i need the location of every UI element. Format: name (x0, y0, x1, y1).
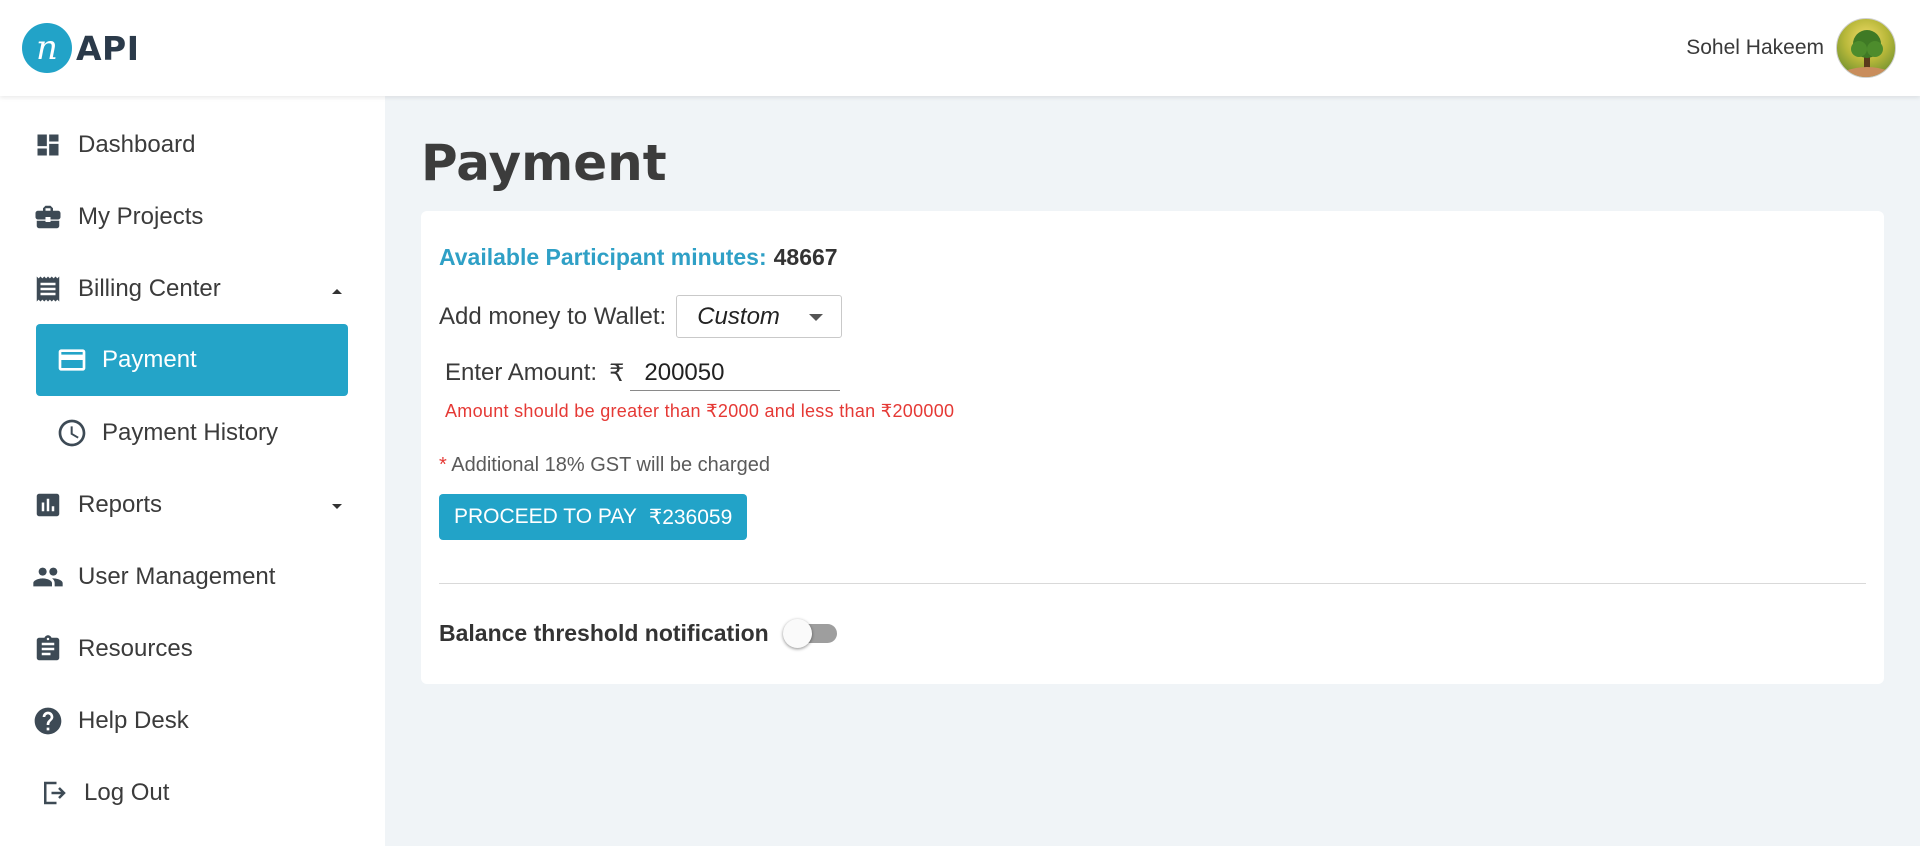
wallet-select-value: Custom (697, 302, 780, 330)
available-minutes: Available Participant minutes: 48667 (439, 244, 838, 271)
sidebar-item-label: Billing Center (78, 275, 221, 302)
main-content: Payment Available Participant minutes: 4… (385, 96, 1920, 846)
pay-button-amount: ₹236059 (648, 505, 733, 529)
gst-note-text: Additional 18% GST will be charged (451, 454, 770, 476)
people-icon (32, 561, 64, 593)
payment-card: Available Participant minutes: 48667 Add… (421, 211, 1884, 684)
pay-row: PROCEED TO PAY ₹236059 (439, 494, 748, 540)
currency-symbol: ₹ (609, 359, 625, 387)
logo[interactable]: n API (22, 23, 140, 73)
wallet-amount-select[interactable]: Custom (676, 295, 843, 338)
sidebar-item-payment-history[interactable]: Payment History (56, 405, 278, 461)
amount-row: Enter Amount: ₹ (445, 355, 841, 391)
sidebar-item-billing-center[interactable]: Billing Center (32, 261, 352, 317)
threshold-row: Balance threshold notification (439, 619, 839, 648)
required-star: * (439, 454, 447, 476)
sidebar: Dashboard My Projects Billing Center Pay… (0, 96, 385, 846)
briefcase-icon (32, 201, 64, 233)
wallet-label: Add money to Wallet: (439, 302, 667, 330)
sidebar-item-resources[interactable]: Resources (32, 621, 193, 677)
caret-up-icon (330, 275, 344, 303)
logout-icon (38, 777, 70, 809)
logo-badge: n (22, 23, 72, 73)
dashboard-icon (32, 129, 64, 161)
receipt-icon (32, 273, 64, 305)
sidebar-item-payment[interactable]: Payment (36, 324, 348, 396)
clipboard-icon (32, 633, 64, 665)
help-icon (32, 705, 64, 737)
toggle-knob (782, 619, 812, 648)
sidebar-item-label: Payment History (102, 419, 279, 446)
sidebar-item-dashboard[interactable]: Dashboard (32, 117, 195, 173)
clock-icon (56, 417, 88, 449)
sidebar-item-label: Resources (78, 635, 193, 662)
amount-error-text: Amount should be greater than ₹2000 and … (445, 401, 955, 421)
user-name: Sohel Hakeem (1686, 36, 1824, 59)
logo-text: API (76, 28, 140, 68)
page-title: Payment (421, 134, 667, 192)
sidebar-item-user-management[interactable]: User Management (32, 549, 275, 605)
sidebar-item-label: Log Out (84, 779, 170, 806)
sidebar-item-reports[interactable]: Reports (32, 477, 352, 533)
pay-button-label: PROCEED TO PAY (454, 505, 637, 528)
top-bar: n API Sohel Hakeem (0, 0, 1920, 96)
available-minutes-label: Available Participant minutes: (439, 244, 767, 270)
sidebar-item-label: Reports (78, 491, 163, 518)
available-minutes-value: 48667 (773, 244, 838, 270)
wallet-row: Add money to Wallet: Custom (439, 295, 843, 338)
divider (439, 583, 1866, 584)
amount-label: Enter Amount: (445, 359, 598, 386)
sidebar-item-log-out[interactable]: Log Out (38, 765, 169, 821)
sidebar-item-label: Payment (102, 346, 197, 373)
amount-error: Amount should be greater than ₹2000 and … (445, 401, 954, 422)
sidebar-item-my-projects[interactable]: My Projects (32, 189, 203, 245)
chevron-down-icon (809, 314, 824, 321)
proceed-to-pay-button[interactable]: PROCEED TO PAY ₹236059 (439, 494, 748, 540)
threshold-toggle[interactable] (782, 619, 839, 648)
avatar[interactable] (1836, 18, 1896, 78)
caret-down-icon (330, 491, 344, 519)
threshold-label: Balance threshold notification (439, 619, 769, 646)
sidebar-item-label: User Management (78, 563, 276, 590)
credit-card-icon (56, 344, 88, 376)
sidebar-item-label: Dashboard (78, 131, 196, 158)
bar-chart-icon (32, 489, 64, 521)
gst-note: * Additional 18% GST will be charged (439, 454, 770, 477)
amount-input[interactable] (630, 355, 841, 391)
sidebar-item-label: My Projects (78, 203, 204, 230)
logo-letter: n (36, 28, 58, 68)
user-menu[interactable]: Sohel Hakeem (1686, 18, 1896, 78)
sidebar-item-help-desk[interactable]: Help Desk (32, 693, 189, 749)
sidebar-item-label: Help Desk (78, 707, 189, 734)
